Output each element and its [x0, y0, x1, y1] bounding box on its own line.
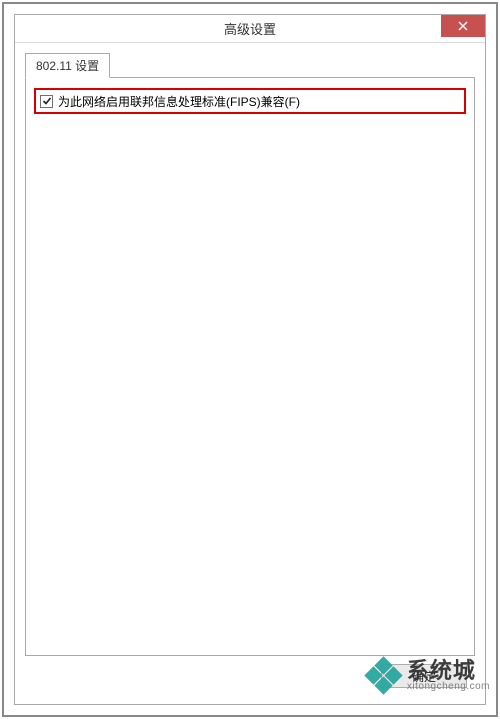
fips-checkbox-label[interactable]: 为此网络启用联邦信息处理标准(FIPS)兼容(F) — [58, 93, 300, 110]
fips-checkbox[interactable] — [40, 95, 53, 108]
dialog-window: 高级设置 802.11 设置 — [14, 14, 486, 705]
fips-option-highlight: 为此网络启用联邦信息处理标准(FIPS)兼容(F) — [34, 88, 466, 114]
screenshot-frame: 高级设置 802.11 设置 — [2, 2, 498, 717]
close-button[interactable] — [441, 15, 485, 37]
check-icon — [42, 96, 52, 106]
ok-button-label: 确定 — [412, 668, 436, 685]
tab-label: 802.11 设置 — [36, 59, 99, 73]
dialog-button-row: 确定 — [25, 656, 475, 696]
close-icon — [458, 21, 468, 31]
titlebar: 高级设置 — [15, 15, 485, 43]
window-title: 高级设置 — [224, 19, 276, 38]
ok-button[interactable]: 确定 — [381, 664, 467, 688]
tab-panel: 为此网络启用联邦信息处理标准(FIPS)兼容(F) — [25, 77, 475, 656]
tab-80211-settings[interactable]: 802.11 设置 — [25, 53, 110, 78]
tab-strip: 802.11 设置 — [25, 53, 475, 77]
client-area: 802.11 设置 为此网络启用联邦信息处理标准(FIPS)兼容(F) 确定 — [15, 43, 485, 704]
